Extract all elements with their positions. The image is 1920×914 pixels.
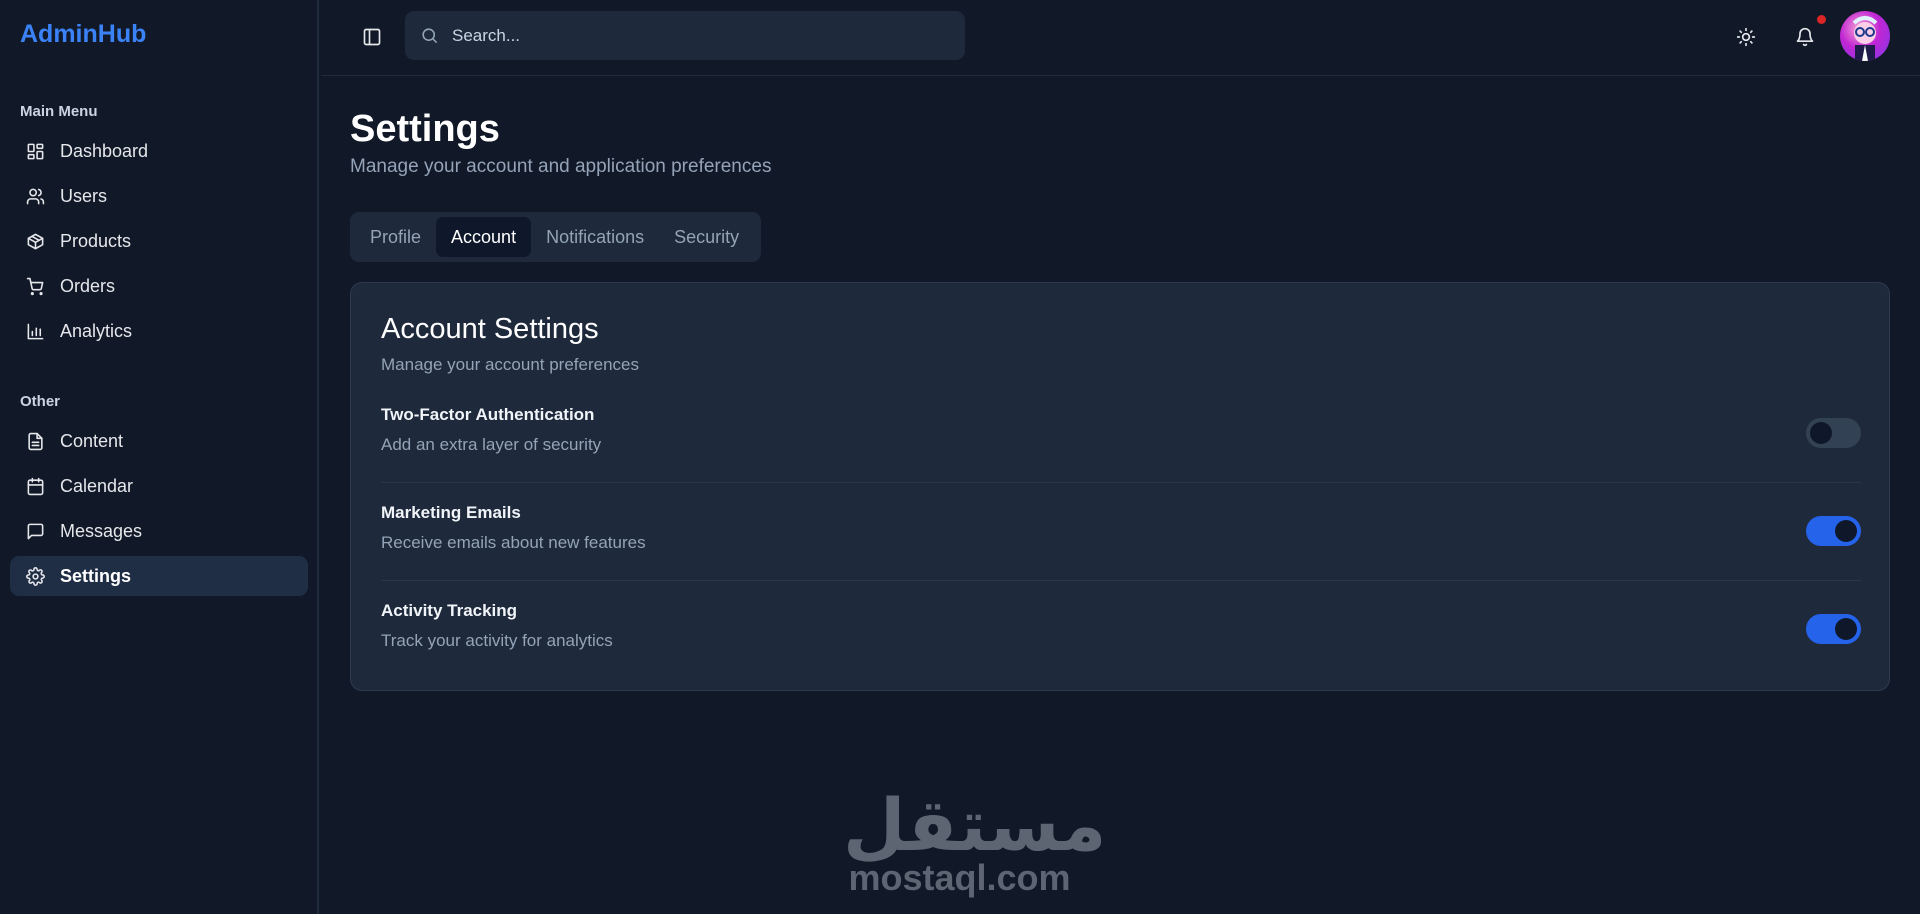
- bell-icon: [1796, 27, 1814, 47]
- card-title: Account Settings: [381, 313, 599, 345]
- brand-logo[interactable]: AdminHub: [20, 20, 146, 49]
- setting-description: Add an extra layer of security: [381, 435, 602, 454]
- sidebar-item-products[interactable]: Products: [10, 221, 308, 261]
- theme-toggle-button[interactable]: [1729, 20, 1763, 54]
- sun-icon: [1736, 27, 1756, 47]
- settings-tabs: Profile Account Notifications Security: [350, 212, 761, 262]
- users-icon: [25, 186, 45, 206]
- two-factor-toggle[interactable]: [1806, 418, 1861, 448]
- sidebar-item-dashboard[interactable]: Dashboard: [10, 131, 308, 171]
- activity-tracking-toggle[interactable]: [1806, 614, 1861, 644]
- gear-icon: [25, 566, 45, 586]
- setting-row-two-factor: Two-Factor Authentication Add an extra l…: [381, 385, 1861, 483]
- sidebar-section-main-menu: Main Menu: [20, 103, 98, 120]
- notifications-button[interactable]: [1788, 20, 1822, 54]
- sidebar-item-analytics[interactable]: Analytics: [10, 311, 308, 351]
- avatar-illustration: [1852, 16, 1878, 61]
- notification-badge: [1817, 15, 1826, 24]
- sidebar-item-settings[interactable]: Settings: [10, 556, 308, 596]
- sidebar-section-other: Other: [20, 393, 61, 410]
- toggle-knob: [1835, 520, 1857, 542]
- card-subtitle: Manage your account preferences: [381, 355, 639, 374]
- watermark-arabic: مستقل: [843, 783, 1107, 867]
- tab-notifications[interactable]: Notifications: [531, 217, 659, 257]
- sidebar-item-orders[interactable]: Orders: [10, 266, 308, 306]
- watermark: مستقل mostaql.com: [843, 783, 1107, 898]
- page-subtitle: Manage your account and application pref…: [350, 156, 772, 177]
- sidebar-item-label: Users: [60, 185, 108, 206]
- sidebar-item-label: Calendar: [60, 475, 134, 496]
- sidebar-item-label: Dashboard: [60, 140, 149, 161]
- setting-name: Two-Factor Authentication: [381, 405, 595, 424]
- setting-row-activity-tracking: Activity Tracking Track your activity fo…: [381, 581, 1861, 679]
- setting-name: Activity Tracking: [381, 601, 518, 620]
- toggle-knob: [1810, 422, 1832, 444]
- sidebar-item-calendar[interactable]: Calendar: [10, 466, 308, 506]
- setting-description: Track your activity for analytics: [381, 631, 613, 650]
- sidebar-toggle-button[interactable]: [353, 18, 391, 56]
- message-square-icon: [25, 521, 45, 541]
- shopping-cart-icon: [25, 276, 45, 296]
- search-icon: [420, 26, 440, 46]
- sidebar-item-label: Content: [60, 430, 124, 451]
- watermark-url: mostaql.com: [848, 857, 1071, 898]
- layout-dashboard-icon: [25, 141, 45, 161]
- toggle-knob: [1835, 618, 1857, 640]
- sidebar-item-label: Messages: [60, 520, 143, 541]
- panel-left-icon: [363, 28, 381, 46]
- tab-profile[interactable]: Profile: [355, 217, 436, 257]
- sidebar-item-content[interactable]: Content: [10, 421, 308, 461]
- topbar: [321, 0, 1920, 76]
- avatar[interactable]: [1840, 11, 1890, 61]
- sidebar-item-users[interactable]: Users: [10, 176, 308, 216]
- sidebar-item-label: Analytics: [60, 320, 133, 341]
- sidebar: AdminHub Main Menu Dashboard Users Produ…: [0, 0, 319, 914]
- tab-security[interactable]: Security: [659, 217, 754, 257]
- sidebar-item-label: Orders: [60, 275, 116, 296]
- calendar-icon: [25, 476, 45, 496]
- sidebar-item-label: Settings: [60, 565, 132, 586]
- package-icon: [25, 231, 45, 251]
- file-text-icon: [25, 431, 45, 451]
- setting-name: Marketing Emails: [381, 503, 521, 522]
- search-input[interactable]: [452, 25, 932, 46]
- bar-chart-icon: [25, 321, 45, 341]
- tab-account[interactable]: Account: [436, 217, 532, 257]
- sidebar-item-label: Products: [60, 230, 132, 251]
- page-title: Settings: [350, 108, 500, 150]
- search-bar: [405, 11, 965, 60]
- setting-row-marketing-emails: Marketing Emails Receive emails about ne…: [381, 483, 1861, 581]
- setting-description: Receive emails about new features: [381, 533, 646, 552]
- marketing-emails-toggle[interactable]: [1806, 516, 1861, 546]
- sidebar-item-messages[interactable]: Messages: [10, 511, 308, 551]
- account-settings-card: Account Settings Manage your account pre…: [350, 282, 1890, 691]
